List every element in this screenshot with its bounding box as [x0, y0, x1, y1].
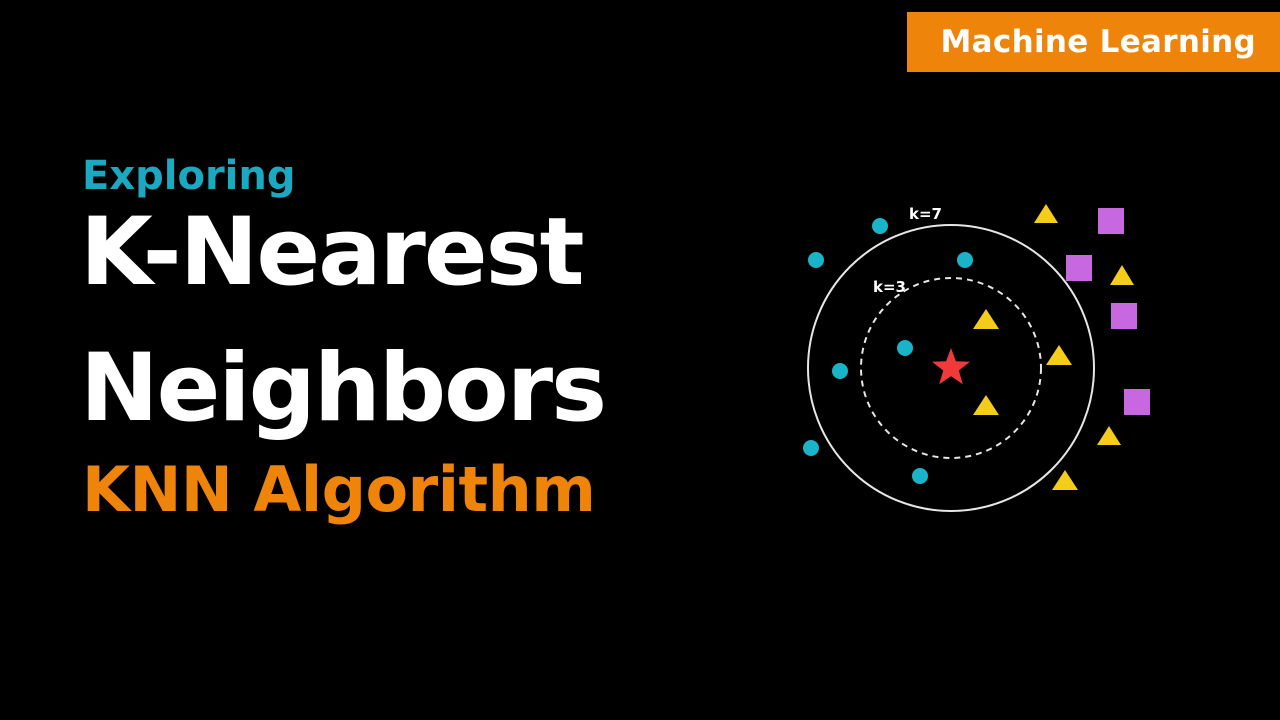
square-class-points	[1066, 208, 1150, 415]
circle-point	[897, 340, 913, 356]
triangle-point	[1052, 470, 1078, 490]
triangle-point	[1110, 265, 1134, 285]
circle-point	[912, 468, 928, 484]
star-icon	[932, 348, 970, 385]
circle-point	[832, 363, 848, 379]
knn-diagram: k=7 k=3	[803, 204, 1150, 512]
square-point	[1066, 255, 1092, 281]
square-point	[1124, 389, 1150, 415]
triangle-point	[1046, 345, 1072, 365]
triangle-point	[973, 309, 999, 329]
circle-point	[872, 218, 888, 234]
triangle-point	[973, 395, 999, 415]
circle-point	[957, 252, 973, 268]
circle-point	[808, 252, 824, 268]
outer-k-label: k=7	[909, 205, 942, 223]
inner-k-label: k=3	[873, 278, 906, 296]
square-point	[1098, 208, 1124, 234]
triangle-point	[1097, 426, 1121, 445]
circle-point	[803, 440, 819, 456]
circle-class-points	[803, 218, 973, 484]
triangle-class-points	[973, 204, 1134, 490]
square-point	[1111, 303, 1137, 329]
triangle-point	[1034, 204, 1058, 223]
